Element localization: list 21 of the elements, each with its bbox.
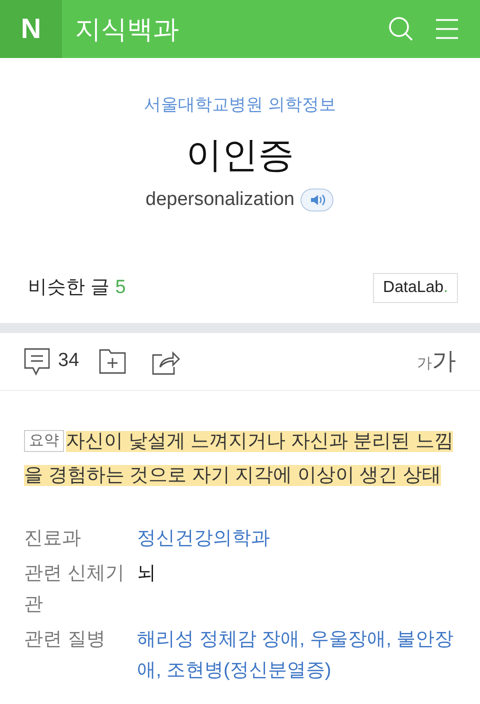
similar-articles-label[interactable]: 비슷한 글 bbox=[28, 274, 110, 302]
similar-articles-count: 5 bbox=[115, 276, 126, 300]
summary-tag: 요약 bbox=[24, 430, 64, 452]
field-link[interactable]: 정신건강의학과 bbox=[137, 523, 456, 554]
font-size-small-button[interactable]: 가 bbox=[417, 353, 432, 376]
field-label: 관련 신체기관 bbox=[24, 562, 126, 617]
comment-icon[interactable] bbox=[24, 348, 50, 376]
article-title: 이인증 bbox=[186, 132, 294, 176]
add-folder-icon[interactable] bbox=[99, 349, 126, 374]
field-value: 뇌 bbox=[137, 562, 157, 586]
font-size-large-button[interactable]: 가 bbox=[432, 348, 456, 376]
naver-logo[interactable]: N bbox=[0, 0, 62, 58]
field-link[interactable]: 해리성 정체감 장애, 우울장애, 불안장애, 조현병(정신분열증) bbox=[137, 624, 456, 686]
comment-count[interactable]: 34 bbox=[58, 347, 80, 376]
field-label: 관련 질병 bbox=[24, 628, 106, 652]
datalab-button[interactable]: DataLab. bbox=[373, 273, 458, 303]
summary-text: 요약 자신이 낯설게 느껴지거나 자신과 분리된 느낌을 경험하는 것으로 자기 지각에 이상이 생긴 상태 bbox=[24, 429, 454, 488]
speaker-icon[interactable] bbox=[300, 188, 334, 212]
source-link[interactable]: 서울대학교병원 의학정보 bbox=[144, 92, 336, 118]
romanized-term: depersonalization bbox=[146, 188, 294, 212]
field-label: 진료과 bbox=[24, 527, 82, 551]
